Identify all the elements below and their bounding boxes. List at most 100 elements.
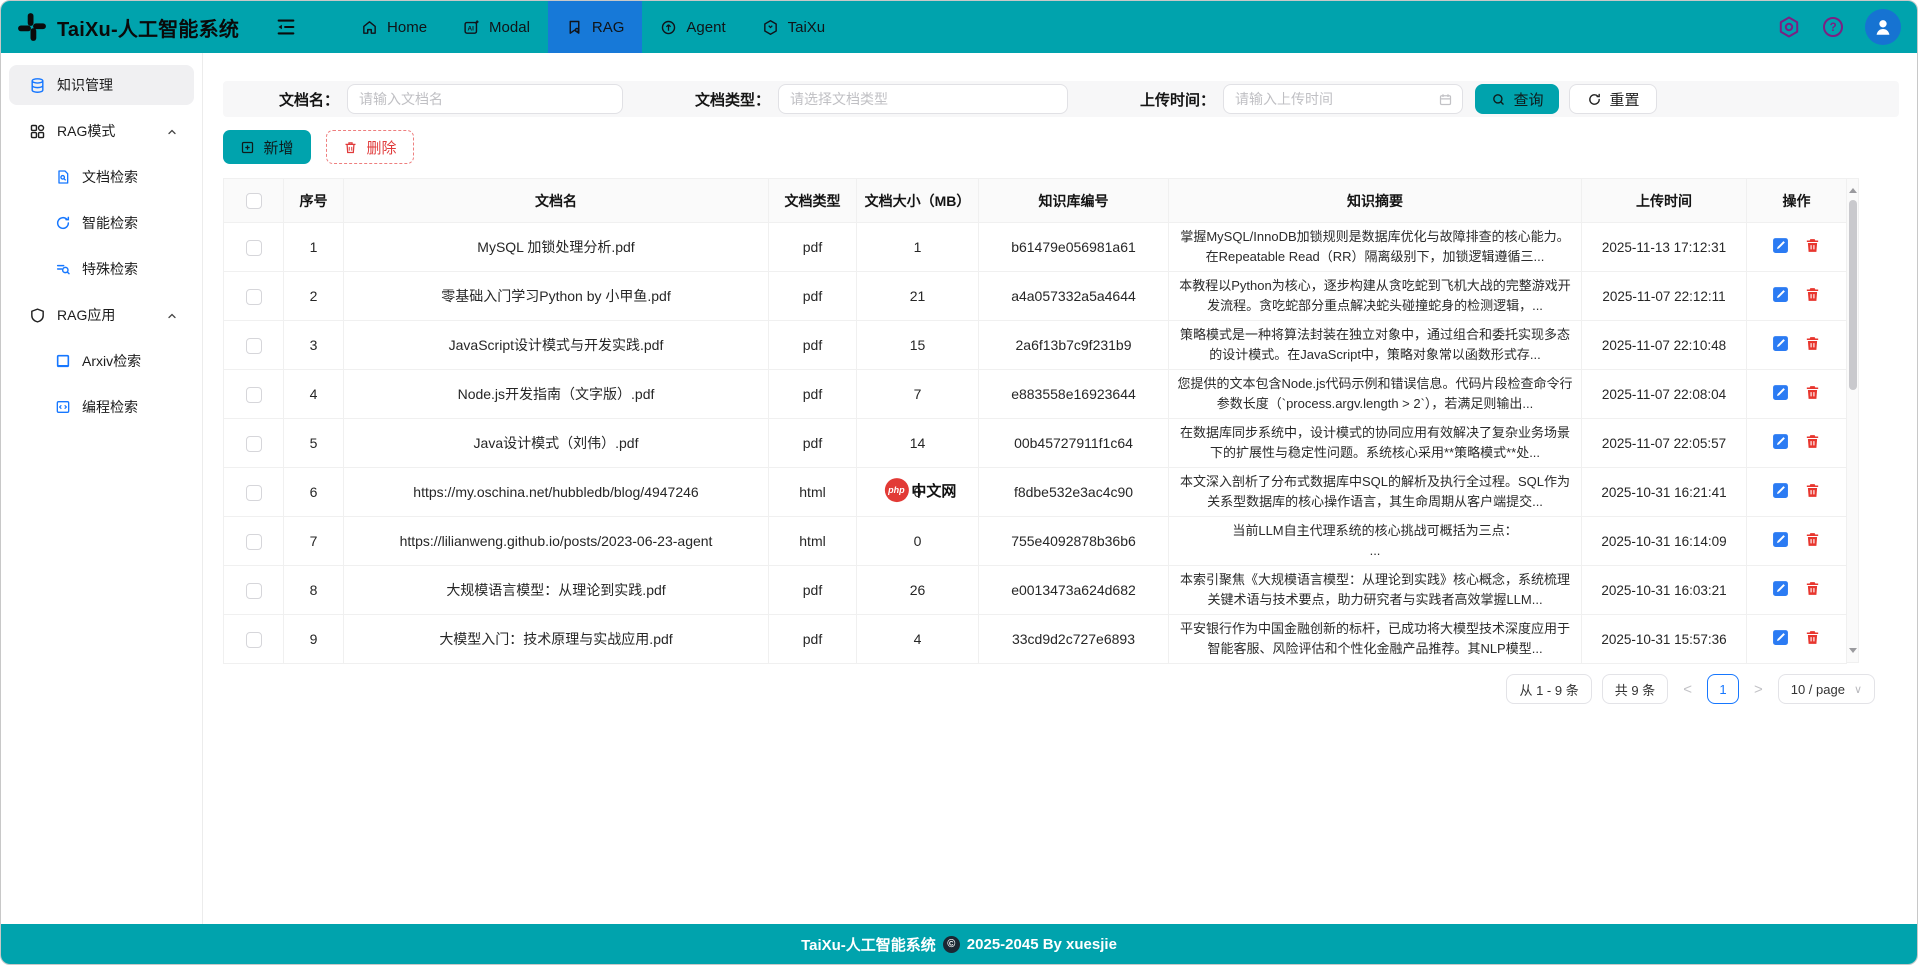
user-avatar[interactable] bbox=[1865, 9, 1901, 45]
upload-time: 2025-11-07 22:08:04 bbox=[1602, 387, 1726, 402]
row-checkbox[interactable] bbox=[246, 240, 262, 256]
prev-page-button[interactable]: < bbox=[1678, 681, 1697, 698]
edit-button[interactable] bbox=[1772, 531, 1789, 548]
nav-item-modal[interactable]: AI Modal bbox=[445, 1, 548, 53]
doc-type: html bbox=[799, 484, 825, 500]
app-window: TaiXu-人工智能系统 Home AI Modal bbox=[0, 0, 1918, 965]
sidebar-item-knowledge[interactable]: 知识管理 bbox=[9, 65, 194, 105]
doc-type: pdf bbox=[803, 337, 822, 353]
delete-button[interactable]: 删除 bbox=[326, 130, 414, 164]
nav-label: Modal bbox=[489, 19, 530, 36]
delete-row-button[interactable] bbox=[1804, 629, 1821, 646]
edit-button[interactable] bbox=[1772, 629, 1789, 646]
modal-icon: AI bbox=[463, 19, 480, 36]
sidebar-label: RAG模式 bbox=[57, 121, 115, 141]
doc-size: 26 bbox=[910, 582, 926, 598]
delete-row-button[interactable] bbox=[1804, 335, 1821, 352]
row-checkbox[interactable] bbox=[246, 534, 262, 550]
delete-row-button[interactable] bbox=[1804, 237, 1821, 254]
doc-size: 4 bbox=[914, 631, 922, 647]
php-logo-icon: php bbox=[884, 478, 908, 502]
filter-bar: 文档名： 文档类型： 上传时间： bbox=[223, 81, 1899, 117]
edit-button[interactable] bbox=[1772, 286, 1789, 303]
row-index: 2 bbox=[310, 288, 318, 304]
menu-fold-icon[interactable] bbox=[275, 16, 297, 38]
row-checkbox[interactable] bbox=[246, 436, 262, 452]
col-actions: 操作 bbox=[1747, 179, 1847, 223]
chevron-down-icon: ∨ bbox=[1854, 683, 1862, 696]
table-row: 3 JavaScript设计模式与开发实践.pdf pdf 15 2a6f13b… bbox=[224, 321, 1847, 370]
doc-summary: 本教程以Python为核心，逐步构建从贪吃蛇到飞机大战的完整游戏开发流程。贪吃蛇… bbox=[1177, 276, 1573, 316]
delete-row-button[interactable] bbox=[1804, 482, 1821, 499]
help-icon[interactable]: ? bbox=[1821, 15, 1845, 39]
sidebar-label: 知识管理 bbox=[57, 75, 113, 95]
table-row: 5 Java设计模式（刘伟）.pdf pdf 14 00b45727911f1c… bbox=[224, 419, 1847, 468]
row-index: 6 bbox=[310, 484, 318, 500]
nav-item-taixu[interactable]: TaiXu bbox=[744, 1, 844, 53]
sidebar-item-doc-search[interactable]: 文档检索 bbox=[9, 157, 194, 197]
nav-item-home[interactable]: Home bbox=[343, 1, 445, 53]
row-checkbox[interactable] bbox=[246, 583, 262, 599]
current-page-button[interactable]: 1 bbox=[1707, 674, 1739, 704]
sidebar-item-special-search[interactable]: 特殊检索 bbox=[9, 249, 194, 289]
sidebar-group-rag-app[interactable]: RAG应用 bbox=[9, 295, 194, 335]
scrollbar-thumb[interactable] bbox=[1849, 200, 1857, 390]
upload-time: 2025-11-07 22:05:57 bbox=[1602, 436, 1726, 451]
kb-id: f8dbe532e3ac4c90 bbox=[1014, 484, 1133, 500]
kb-id: e883558e16923644 bbox=[1011, 386, 1136, 402]
edit-button[interactable] bbox=[1772, 482, 1789, 499]
sidebar-item-arxiv-search[interactable]: Arxiv检索 bbox=[9, 341, 194, 381]
row-checkbox[interactable] bbox=[246, 289, 262, 305]
scroll-down-arrow[interactable] bbox=[1849, 648, 1857, 657]
doc-name-label: 文档名： bbox=[279, 89, 339, 110]
add-button[interactable]: 新增 bbox=[223, 130, 311, 164]
sidebar-group-rag-mode[interactable]: RAG模式 bbox=[9, 111, 194, 151]
navbar-right: ? bbox=[1777, 9, 1901, 45]
doc-name: Java设计模式（刘伟）.pdf bbox=[474, 435, 639, 451]
doc-size: 15 bbox=[910, 337, 926, 353]
row-index: 3 bbox=[310, 337, 318, 353]
delete-row-button[interactable] bbox=[1804, 433, 1821, 450]
top-navbar: TaiXu-人工智能系统 Home AI Modal bbox=[1, 1, 1917, 53]
row-checkbox[interactable] bbox=[246, 338, 262, 354]
sidebar-item-code-search[interactable]: 编程检索 bbox=[9, 387, 194, 427]
nav-item-agent[interactable]: Agent bbox=[642, 1, 743, 53]
sidebar-item-smart-search[interactable]: 智能检索 bbox=[9, 203, 194, 243]
row-checkbox[interactable] bbox=[246, 632, 262, 648]
search-button-label: 查询 bbox=[1514, 89, 1544, 110]
person-icon bbox=[1872, 16, 1894, 38]
doc-name-input[interactable] bbox=[347, 84, 623, 114]
edit-button[interactable] bbox=[1772, 384, 1789, 401]
row-checkbox[interactable] bbox=[246, 485, 262, 501]
nav-item-rag[interactable]: RAG bbox=[548, 1, 643, 53]
page-size-select[interactable]: 10 / page ∨ bbox=[1778, 674, 1875, 704]
settings-gear-icon[interactable] bbox=[1777, 15, 1801, 39]
doc-name: 大规模语言模型：从理论到实践.pdf bbox=[446, 582, 665, 598]
delete-row-button[interactable] bbox=[1804, 384, 1821, 401]
edit-button[interactable] bbox=[1772, 335, 1789, 352]
scroll-up-arrow[interactable] bbox=[1849, 184, 1857, 193]
select-all-checkbox[interactable] bbox=[246, 193, 262, 209]
table-row: 9 大模型入门：技术原理与实战应用.pdf pdf 4 33cd9d2c727e… bbox=[224, 615, 1847, 664]
search-button[interactable]: 查询 bbox=[1475, 84, 1559, 114]
delete-row-button[interactable] bbox=[1804, 286, 1821, 303]
kb-id: 2a6f13b7c9f231b9 bbox=[1016, 337, 1132, 353]
delete-row-button[interactable] bbox=[1804, 580, 1821, 597]
header-checkbox-cell bbox=[224, 179, 284, 223]
col-doc-size: 文档大小（MB） bbox=[857, 179, 979, 223]
svg-text:?: ? bbox=[1830, 22, 1837, 34]
table-row: 4 Node.js开发指南（文字版）.pdf pdf 7 e883558e169… bbox=[224, 370, 1847, 419]
edit-button[interactable] bbox=[1772, 433, 1789, 450]
delete-row-button[interactable] bbox=[1804, 531, 1821, 548]
table-row: 7 https://lilianweng.github.io/posts/202… bbox=[224, 517, 1847, 566]
row-checkbox[interactable] bbox=[246, 387, 262, 403]
table-row: 2 零基础入门学习Python by 小甲鱼.pdf pdf 21 a4a057… bbox=[224, 272, 1847, 321]
edit-button[interactable] bbox=[1772, 237, 1789, 254]
reset-button[interactable]: 重置 bbox=[1569, 84, 1657, 114]
upload-time-input[interactable] bbox=[1223, 84, 1463, 114]
edit-button[interactable] bbox=[1772, 580, 1789, 597]
doc-type-select[interactable] bbox=[778, 84, 1068, 114]
search-icon bbox=[1491, 92, 1506, 107]
upload-time: 2025-11-07 22:10:48 bbox=[1602, 338, 1726, 353]
next-page-button[interactable]: > bbox=[1749, 681, 1768, 698]
